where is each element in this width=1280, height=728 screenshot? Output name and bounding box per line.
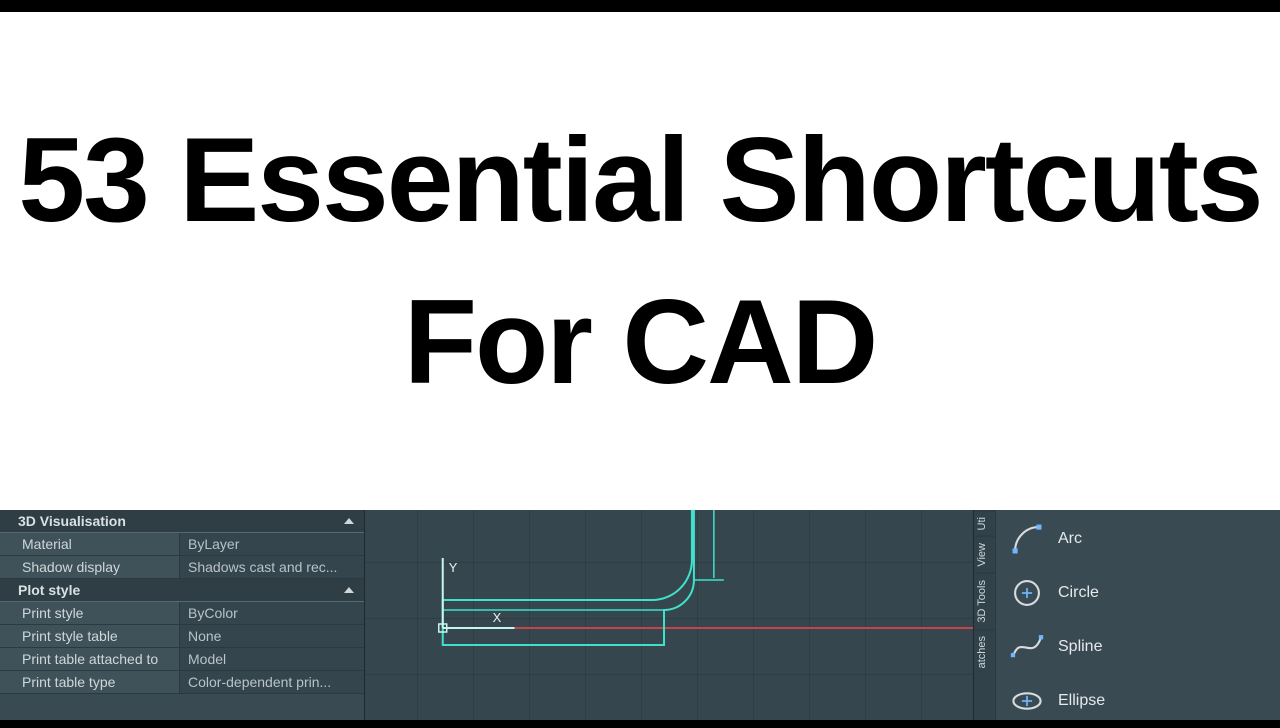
vtab-utilities[interactable]: Uti (974, 510, 995, 536)
axis-label-x: X (493, 610, 502, 625)
tool-list: Arc Circle Spline (996, 510, 1280, 720)
property-row[interactable]: Print style ByColor (0, 602, 364, 625)
property-label: Print style table (0, 625, 180, 647)
property-value[interactable]: None (180, 625, 364, 647)
property-row[interactable]: Shadow display Shadows cast and rec... (0, 556, 364, 579)
tool-circle[interactable]: Circle (996, 566, 1280, 620)
cyan-pipe-outline (443, 510, 694, 645)
property-value[interactable]: Color-dependent prin... (180, 671, 364, 693)
property-value[interactable]: Model (180, 648, 364, 670)
axis-label-y: Y (449, 560, 458, 575)
main-title: 53 Essential Shortcuts For CAD (0, 99, 1280, 423)
tool-label: Arc (1058, 530, 1082, 548)
cad-ui-strip: 3D Visualisation Material ByLayer Shadow… (0, 510, 1280, 720)
property-row[interactable]: Material ByLayer (0, 533, 364, 556)
property-label: Material (0, 533, 180, 555)
section-title: 3D Visualisation (18, 513, 126, 529)
tool-label: Circle (1058, 584, 1099, 602)
tool-spline[interactable]: Spline (996, 620, 1280, 674)
spline-icon (1010, 630, 1044, 664)
property-row[interactable]: Print table attached to Model (0, 648, 364, 671)
property-value[interactable]: ByColor (180, 602, 364, 624)
tool-panel: Uti View 3D Tools atches Arc Ci (974, 510, 1280, 720)
property-row[interactable]: Print style table None (0, 625, 364, 648)
property-label: Print table attached to (0, 648, 180, 670)
property-label: Print style (0, 602, 180, 624)
arc-icon (1010, 522, 1044, 556)
section-title: Plot style (18, 582, 80, 598)
vtab-hatches[interactable]: atches (974, 629, 995, 674)
drawing-svg: Y X (365, 510, 973, 720)
circle-icon (1010, 576, 1044, 610)
section-header-3d-visualisation[interactable]: 3D Visualisation (0, 510, 364, 533)
properties-panel: 3D Visualisation Material ByLayer Shadow… (0, 510, 364, 720)
vertical-tabs: Uti View 3D Tools atches (974, 510, 996, 720)
collapse-icon (344, 518, 354, 524)
property-label: Shadow display (0, 556, 180, 578)
ellipse-icon (1010, 684, 1044, 718)
section-header-plot-style[interactable]: Plot style (0, 579, 364, 602)
collapse-icon (344, 587, 354, 593)
property-value[interactable]: ByLayer (180, 533, 364, 555)
tool-label: Ellipse (1058, 692, 1105, 710)
vtab-3d-tools[interactable]: 3D Tools (974, 573, 995, 629)
property-label: Print table type (0, 671, 180, 693)
property-value[interactable]: Shadows cast and rec... (180, 556, 364, 578)
vtab-view[interactable]: View (974, 536, 995, 573)
tool-arc[interactable]: Arc (996, 512, 1280, 566)
property-row[interactable]: Print table type Color-dependent prin... (0, 671, 364, 694)
title-area: 53 Essential Shortcuts For CAD (0, 12, 1280, 510)
tool-label: Spline (1058, 638, 1102, 656)
drawing-canvas[interactable]: Y X (364, 510, 974, 720)
